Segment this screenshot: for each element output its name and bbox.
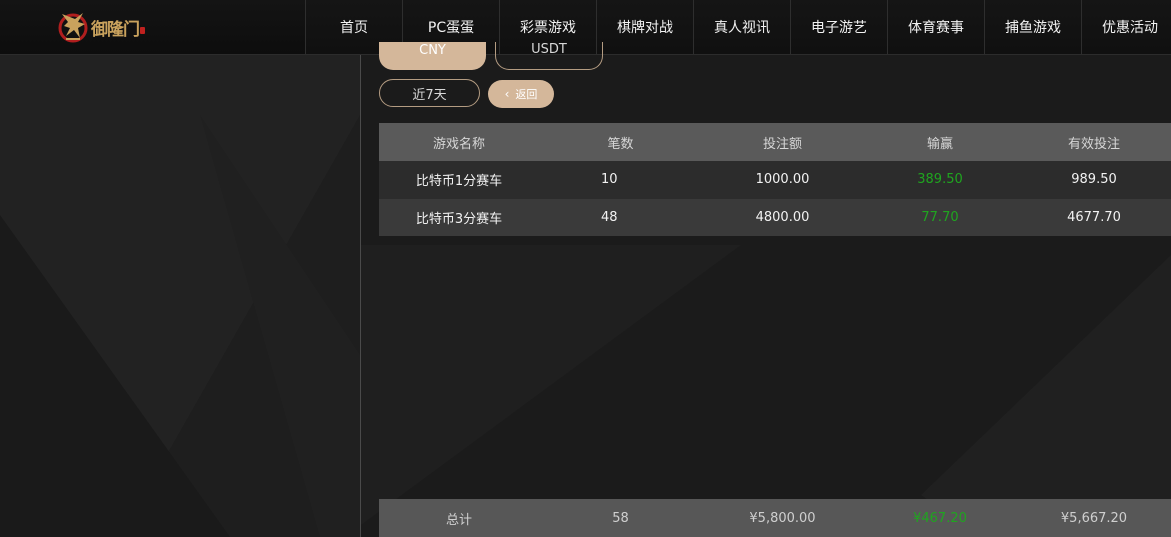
cell-game-name: 比特币1分赛车 — [415, 174, 503, 190]
nav-item-live-casino[interactable]: 真人视讯 — [693, 0, 790, 54]
table-row: 比特币3分赛车 48 4800.00 77.70 4677.70 — [379, 198, 1171, 236]
currency-usdt-label: USDT — [531, 42, 567, 57]
totals-win-loss: ¥467.20 — [913, 510, 967, 526]
header-game-name: 游戏名称 — [432, 136, 485, 152]
header-bet-amount: 投注额 — [762, 136, 802, 152]
header-valid-bet: 有效投注 — [1067, 136, 1120, 152]
sidebar-background — [0, 55, 360, 537]
dragon-logo-icon — [58, 13, 88, 43]
totals-valid-bet: ¥5,667.20 — [1060, 510, 1128, 526]
cell-game-name: 比特币3分赛车 — [415, 211, 503, 227]
date-range-label: 近7天 — [412, 87, 447, 103]
cell-bet-amount: 1000.00 — [755, 172, 810, 188]
table-header: 游戏名称 笔数 投注额 输赢 有效投注 — [379, 123, 1171, 161]
cell-win-loss: 389.50 — [917, 172, 963, 188]
cell-count: 48 — [601, 209, 618, 225]
nav-item-sports[interactable]: 体育赛事 — [887, 0, 984, 54]
game-report-table: 游戏名称 笔数 投注额 输赢 有效投注 比特币1分赛车 10 1000.00 3… — [379, 123, 1171, 236]
header-win-loss: 输赢 — [926, 136, 953, 152]
nav-item-promotions[interactable]: 优惠活动 — [1081, 0, 1171, 54]
cell-bet-amount: 4800.00 — [755, 209, 810, 225]
brand-logo[interactable]: 御隆门 — [56, 8, 152, 46]
currency-usdt-tab[interactable]: USDT — [495, 42, 603, 70]
cell-count: 10 — [601, 172, 618, 188]
totals-count: 58 — [612, 510, 629, 526]
brand-name: 御隆门 — [91, 19, 140, 40]
totals-bet-amount: ¥5,800.00 — [749, 510, 816, 526]
table-row: 比特币1分赛车 10 1000.00 389.50 989.50 — [379, 161, 1171, 199]
date-range-button[interactable]: 近7天 — [379, 79, 480, 107]
currency-cny-tab[interactable]: CNY — [379, 42, 486, 70]
nav-item-slots[interactable]: 电子游艺 — [790, 0, 887, 54]
decorative-pattern — [0, 55, 360, 537]
brand-seal-mark — [140, 26, 145, 34]
header-count: 笔数 — [607, 136, 634, 152]
cell-win-loss: 77.70 — [921, 209, 959, 225]
totals-label: 总计 — [445, 512, 472, 528]
back-label: 返回 — [515, 88, 538, 101]
cell-valid-bet: 4677.70 — [1067, 209, 1121, 225]
chevron-left-icon: ‹ — [504, 87, 510, 101]
totals-row: 总计 58 ¥5,800.00 ¥467.20 ¥5,667.20 — [379, 499, 1171, 537]
cell-valid-bet: 989.50 — [1071, 172, 1117, 188]
currency-cny-label: CNY — [419, 42, 446, 58]
back-button[interactable]: ‹ 返回 — [488, 80, 554, 108]
nav-item-fishing[interactable]: 捕鱼游戏 — [984, 0, 1081, 54]
nav-item-card-games[interactable]: 棋牌对战 — [596, 0, 693, 54]
